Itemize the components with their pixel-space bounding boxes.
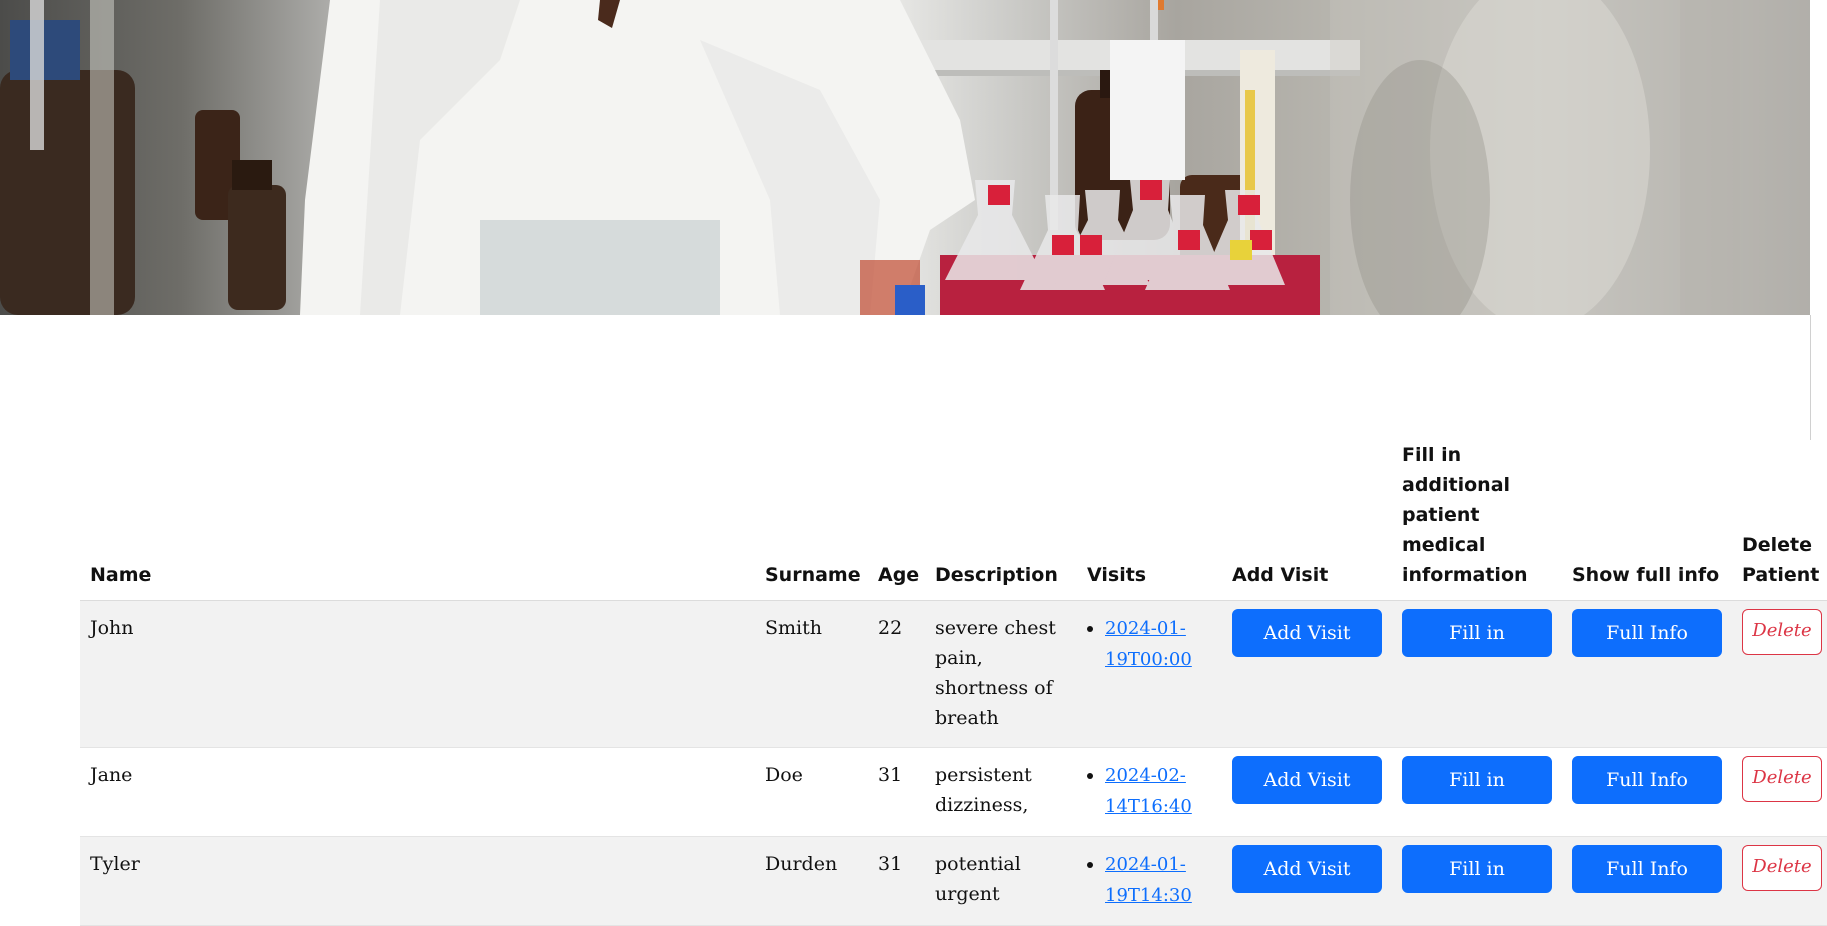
cell-add-visit: Add Visit bbox=[1222, 600, 1392, 748]
divider bbox=[1810, 315, 1811, 440]
cell-visits: 2024-02-14T16:40 bbox=[1077, 747, 1222, 837]
add-visit-button[interactable]: Add Visit bbox=[1232, 609, 1382, 657]
header-description: Description bbox=[925, 440, 1077, 601]
cell-add-visit: Add Visit bbox=[1222, 747, 1392, 837]
cell-full-info: Full Info bbox=[1562, 747, 1732, 837]
delete-button[interactable]: Delete bbox=[1742, 845, 1822, 891]
header-surname: Surname bbox=[755, 440, 868, 601]
cell-full-info: Full Info bbox=[1562, 836, 1732, 926]
header-age: Age bbox=[868, 440, 925, 601]
visit-list: 2024-02-14T16:40 bbox=[1087, 760, 1212, 822]
cell-delete: Delete bbox=[1732, 600, 1827, 748]
add-visit-button[interactable]: Add Visit bbox=[1232, 756, 1382, 804]
fill-in-button[interactable]: Fill in bbox=[1402, 756, 1552, 804]
visit-link[interactable]: 2024-02-14T16:40 bbox=[1105, 765, 1192, 817]
cell-name: Jane bbox=[80, 747, 755, 837]
table-row: John Smith 22 severe chest pain, shortne… bbox=[80, 600, 1827, 748]
cell-description: potential urgent bbox=[925, 836, 1077, 926]
lab-scene-illustration bbox=[0, 0, 1810, 315]
cell-age: 31 bbox=[868, 836, 925, 926]
cell-surname: Durden bbox=[755, 836, 868, 926]
header-name: Name bbox=[80, 440, 755, 601]
visit-link[interactable]: 2024-01-19T14:30 bbox=[1105, 854, 1192, 906]
cell-delete: Delete bbox=[1732, 836, 1827, 926]
table-row: Jane Doe 31 persistent dizziness, 2024-0… bbox=[80, 747, 1827, 837]
header-visits: Visits bbox=[1077, 440, 1222, 601]
cell-fill-in: Fill in bbox=[1392, 836, 1562, 926]
full-info-button[interactable]: Full Info bbox=[1572, 756, 1722, 804]
cell-age: 22 bbox=[868, 600, 925, 748]
cell-age: 31 bbox=[868, 747, 925, 837]
table-row: Tyler Durden 31 potential urgent 2024-01… bbox=[80, 836, 1827, 926]
cell-name: Tyler bbox=[80, 836, 755, 926]
add-visit-button[interactable]: Add Visit bbox=[1232, 845, 1382, 893]
fill-in-button[interactable]: Fill in bbox=[1402, 845, 1552, 893]
visit-list: 2024-01-19T14:30 bbox=[1087, 849, 1212, 911]
cell-full-info: Full Info bbox=[1562, 600, 1732, 748]
fill-in-button[interactable]: Fill in bbox=[1402, 609, 1552, 657]
delete-button[interactable]: Delete bbox=[1742, 609, 1822, 655]
header-fill-in: Fill in additional patient medical infor… bbox=[1392, 440, 1562, 601]
cell-add-visit: Add Visit bbox=[1222, 836, 1392, 926]
dark-bottle bbox=[0, 70, 135, 315]
cell-surname: Doe bbox=[755, 747, 868, 837]
visit-list-item: 2024-01-19T14:30 bbox=[1105, 849, 1212, 911]
cell-surname: Smith bbox=[755, 600, 868, 748]
table-header-row: Name Surname Age Description Visits Add … bbox=[80, 440, 1827, 601]
lab-banner-image bbox=[0, 0, 1810, 315]
cell-description: persistent dizziness, bbox=[925, 747, 1077, 837]
header-delete: Delete Patient bbox=[1732, 440, 1827, 601]
header-show-full-info: Show full info bbox=[1562, 440, 1732, 601]
cell-visits: 2024-01-19T14:30 bbox=[1077, 836, 1222, 926]
cell-delete: Delete bbox=[1732, 747, 1827, 837]
visit-list-item: 2024-02-14T16:40 bbox=[1105, 760, 1212, 822]
cell-fill-in: Fill in bbox=[1392, 600, 1562, 748]
header-add-visit: Add Visit bbox=[1222, 440, 1392, 601]
visit-list-item: 2024-01-19T00:00 bbox=[1105, 613, 1212, 675]
cell-description: severe chest pain, shortness of breath bbox=[925, 600, 1077, 748]
full-info-button[interactable]: Full Info bbox=[1572, 845, 1722, 893]
visit-list: 2024-01-19T00:00 bbox=[1087, 613, 1212, 675]
cell-visits: 2024-01-19T00:00 bbox=[1077, 600, 1222, 748]
full-info-button[interactable]: Full Info bbox=[1572, 609, 1722, 657]
delete-button[interactable]: Delete bbox=[1742, 756, 1822, 802]
patients-table: Name Surname Age Description Visits Add … bbox=[80, 440, 1827, 926]
cell-fill-in: Fill in bbox=[1392, 747, 1562, 837]
cell-name: John bbox=[80, 600, 755, 748]
visit-link[interactable]: 2024-01-19T00:00 bbox=[1105, 618, 1192, 670]
